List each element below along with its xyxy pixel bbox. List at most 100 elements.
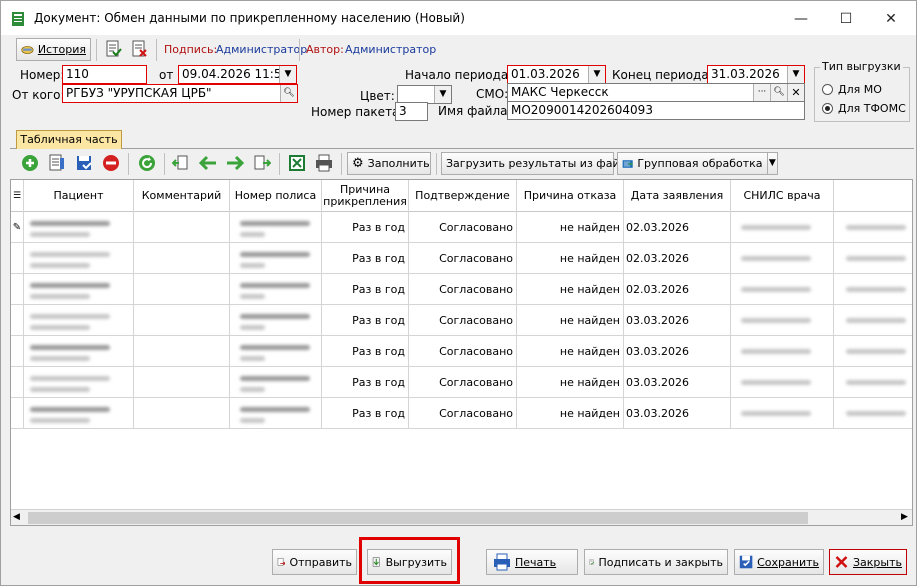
cell-extra[interactable]	[834, 336, 912, 367]
radio-tfoms-circle[interactable]	[822, 103, 833, 114]
load-results-button[interactable]: Загрузить результаты из файла	[441, 152, 633, 175]
date-field[interactable]: 09.04.2026 11:51 ▼	[178, 65, 297, 84]
table-row[interactable]: Раз в год Согласовано не найден 02.03.2026	[11, 274, 912, 305]
row-selector[interactable]	[11, 336, 24, 367]
cell-confirm[interactable]: Согласовано	[409, 305, 517, 336]
print-button[interactable]: Печать	[486, 549, 578, 575]
cell-confirm[interactable]: Согласовано	[409, 336, 517, 367]
send-button[interactable]: Отправить	[272, 549, 357, 575]
cell-comment[interactable]	[134, 212, 230, 243]
group-processing-button[interactable]: Групповая обработка ▼	[617, 152, 778, 175]
close-button[interactable]: Закрыть	[829, 549, 907, 575]
cell-snils[interactable]	[731, 212, 834, 243]
cell-policy[interactable]	[230, 274, 322, 305]
table-row[interactable]: Раз в год Согласовано не найден 03.03.2026	[11, 398, 912, 429]
sign-and-close-button[interactable]: Подписать и закрыть	[584, 549, 728, 575]
table-row[interactable]: Раз в год Согласовано не найден 02.03.2026	[11, 243, 912, 274]
number-field[interactable]: 110	[62, 65, 147, 84]
row-selector[interactable]	[11, 367, 24, 398]
add-row-icon[interactable]	[20, 153, 40, 173]
cell-reason[interactable]: Раз в год	[322, 305, 409, 336]
cell-policy[interactable]	[230, 305, 322, 336]
cell-patient[interactable]	[24, 212, 134, 243]
col-policy[interactable]: Номер полиса	[230, 180, 322, 212]
cell-patient[interactable]	[24, 336, 134, 367]
cell-confirm[interactable]: Согласовано	[409, 243, 517, 274]
radio-mo-circle[interactable]	[822, 84, 833, 95]
cell-reason[interactable]: Раз в год	[322, 398, 409, 429]
fill-button[interactable]: ⚙ Заполнить	[347, 152, 431, 175]
refresh-icon[interactable]	[137, 153, 157, 173]
cell-date[interactable]: 02.03.2026	[624, 212, 731, 243]
cell-reason[interactable]: Раз в год	[322, 243, 409, 274]
cell-patient[interactable]	[24, 398, 134, 429]
cell-date[interactable]: 03.03.2026	[624, 367, 731, 398]
cell-date[interactable]: 03.03.2026	[624, 398, 731, 429]
color-dropdown-icon[interactable]: ▼	[434, 86, 451, 103]
sign-value-link[interactable]: Администратор	[216, 43, 307, 56]
cell-extra[interactable]	[834, 212, 912, 243]
edit-row-icon[interactable]	[74, 153, 94, 173]
minimize-button[interactable]: —	[778, 5, 824, 33]
approve-doc-icon[interactable]	[103, 39, 123, 59]
tab-table-part[interactable]: Табличная часть	[16, 130, 122, 149]
export-button[interactable]: Выгрузить	[367, 549, 452, 575]
cell-comment[interactable]	[134, 243, 230, 274]
print-icon[interactable]	[314, 153, 334, 173]
row-selector-header-icon[interactable]: ☰	[11, 180, 24, 212]
arrow-left-icon[interactable]	[198, 153, 218, 173]
radio-tfoms[interactable]: Для ТФОМС	[822, 102, 906, 115]
cell-snils[interactable]	[731, 243, 834, 274]
move-left-doc-icon[interactable]	[171, 153, 191, 173]
row-selector[interactable]	[11, 398, 24, 429]
save-button[interactable]: Сохранить	[734, 549, 824, 575]
from-field[interactable]: РГБУЗ "УРУПСКАЯ ЦРБ" 🔍︎	[62, 84, 298, 103]
cell-policy[interactable]	[230, 398, 322, 429]
period-start-field[interactable]: 01.03.2026 ▼	[507, 65, 606, 84]
cell-date[interactable]: 02.03.2026	[624, 243, 731, 274]
cell-date[interactable]: 03.03.2026	[624, 305, 731, 336]
author-value-link[interactable]: Администратор	[345, 43, 436, 56]
cell-extra[interactable]	[834, 274, 912, 305]
copy-row-icon[interactable]	[47, 153, 67, 173]
cell-reason[interactable]: Раз в год	[322, 212, 409, 243]
cell-patient[interactable]	[24, 243, 134, 274]
cell-refusal[interactable]: не найден	[517, 336, 624, 367]
cell-comment[interactable]	[134, 336, 230, 367]
delete-row-icon[interactable]	[101, 153, 121, 173]
col-extra[interactable]	[834, 180, 912, 212]
reject-doc-icon[interactable]	[129, 39, 149, 59]
table-row[interactable]: ✎ Раз в год Согласовано не найден 02.03.2026	[11, 212, 912, 243]
row-selector[interactable]	[11, 243, 24, 274]
cell-comment[interactable]	[134, 398, 230, 429]
cell-reason[interactable]: Раз в год	[322, 336, 409, 367]
cell-extra[interactable]	[834, 305, 912, 336]
cell-snils[interactable]	[731, 367, 834, 398]
filename-field[interactable]: MO2090014202604093	[507, 101, 805, 120]
cell-refusal[interactable]: не найден	[517, 212, 624, 243]
cell-extra[interactable]	[834, 243, 912, 274]
search-icon[interactable]: 🔍︎	[770, 84, 787, 101]
radio-mo[interactable]: Для МО	[822, 83, 882, 96]
close-window-button[interactable]: ✕	[868, 5, 914, 33]
packet-field[interactable]: 3	[395, 102, 428, 121]
cell-patient[interactable]	[24, 367, 134, 398]
edit-pencil-icon[interactable]: ✎	[11, 212, 24, 243]
col-date[interactable]: Дата заявления	[624, 180, 731, 212]
col-confirm[interactable]: Подтверждение	[409, 180, 517, 212]
cell-refusal[interactable]: не найден	[517, 274, 624, 305]
maximize-button[interactable]: ☐	[823, 5, 869, 33]
col-patient[interactable]: Пациент	[24, 180, 134, 212]
cell-refusal[interactable]: не найден	[517, 367, 624, 398]
cell-policy[interactable]	[230, 212, 322, 243]
cell-confirm[interactable]: Согласовано	[409, 367, 517, 398]
cell-confirm[interactable]: Согласовано	[409, 398, 517, 429]
row-selector[interactable]	[11, 305, 24, 336]
cell-date[interactable]: 02.03.2026	[624, 274, 731, 305]
scroll-left-icon[interactable]: ◀	[13, 512, 20, 522]
smo-field[interactable]: МАКС Черкесск ··· 🔍︎ ✕	[507, 83, 805, 102]
search-icon[interactable]: 🔍︎	[280, 85, 297, 102]
cell-patient[interactable]	[24, 305, 134, 336]
table-row[interactable]: Раз в год Согласовано не найден 03.03.2026	[11, 367, 912, 398]
cell-policy[interactable]	[230, 243, 322, 274]
